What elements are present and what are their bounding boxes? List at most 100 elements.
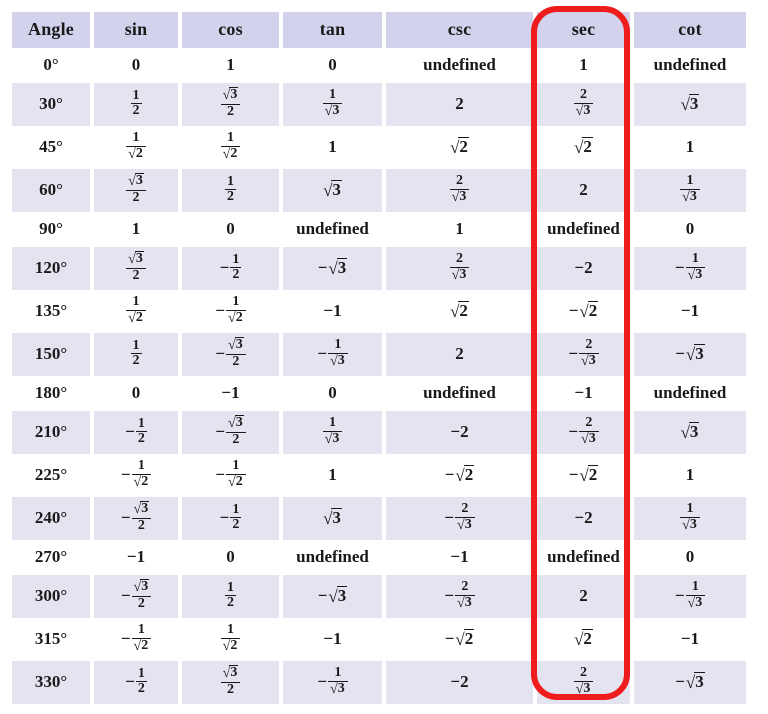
cell-sin: −1 2 [92,661,180,704]
column-header-tan[interactable]: tan [281,12,384,48]
cell-sin: −1 √2 [92,454,180,497]
radical-glyph: √3 [457,516,473,533]
cell-sec: 2 [535,575,632,618]
fraction-denominator: √2 [226,309,246,326]
fraction-denominator: √3 [455,516,475,533]
radical-glyph: √2 [222,637,239,654]
column-header-csc[interactable]: csc [384,12,535,48]
numeric-value: −2 [574,508,593,528]
column-header-cot[interactable]: cot [632,12,748,48]
fraction-value: 1 √2 [131,622,152,654]
radical-glyph: √3 [575,680,592,697]
cell-cos: √3 2 [180,661,281,704]
column-header-angle[interactable]: Angle [10,12,92,48]
fraction-numerator: 1 [130,87,142,104]
cell-angle: 135° [10,290,92,333]
fraction-numerator: 1 [328,665,348,682]
cell-cot: 1 [632,454,748,497]
cell-sin: 12 [92,83,180,126]
radical-glyph: √3 [451,266,468,283]
fraction-value: √3 2 [131,501,152,533]
cell-cot: 1 √3 [632,169,748,212]
cell-sin: √3 2 [92,169,180,212]
cell-angle: 30° [10,83,92,126]
cell-sin: 0 [92,376,180,411]
fraction-denominator: √3 [323,102,343,119]
cell-sec: 1 [535,48,632,83]
fraction-value: 12 [230,502,242,533]
cell-sin: 1 √2 [92,126,180,169]
minus-sign: − [120,629,131,649]
cell-sin: −1 √2 [92,618,180,661]
fraction-numerator: √3 [126,251,146,269]
cell-cos: 1 √2 [180,618,281,661]
column-header-sec[interactable]: sec [535,12,632,48]
numeric-value: 2 [579,180,588,200]
fraction-numerator: 2 [573,87,594,104]
radical-glyph: √2 [574,136,593,157]
fraction-denominator: 2 [132,353,140,368]
column-header-cos[interactable]: cos [180,12,281,48]
table-body: 0° 0 1 0 undefined 1 undefined 30° 1 2 √3 2 1 √3 2 2 √3 √… [10,48,748,704]
radical-glyph: √3 [575,102,592,119]
minus-sign: − [568,301,579,321]
cell-csc: −2 [384,411,535,454]
cell-cot: −1 √3 [632,247,748,290]
fraction-value: 2 √3 [455,501,475,533]
numeric-value: 0 [226,219,235,239]
cell-angle: 225° [10,454,92,497]
cell-csc: −√2 [384,454,535,497]
cell-sec: undefined [535,540,632,575]
cell-sec: −2 √3 [535,333,632,376]
cell-cot: √3 [632,83,748,126]
cell-sec: −√2 [535,454,632,497]
cell-tan: 1 √3 [281,83,384,126]
fraction-numerator: √3 [220,665,241,683]
cell-tan: undefined [281,540,384,575]
cell-sin: 12 [92,333,180,376]
fraction-numerator: √3 [131,579,152,597]
radical-glyph: √3 [687,266,704,283]
radical-glyph: √3 [228,415,244,432]
cell-cos: 0 [180,212,281,247]
numeric-value: 0 [328,383,337,403]
fraction-value: 12 [225,580,236,611]
fraction-numerator: 1 [131,458,152,475]
fraction-numerator: √3 [131,501,152,519]
fraction-value: 1 √2 [126,130,146,162]
cell-tan: −1 [281,290,384,333]
numeric-value: 0 [685,219,695,239]
radical-glyph: √2 [455,628,475,649]
fraction-value: 1 √3 [322,87,343,119]
cell-cos: −1 2 [180,247,281,290]
numeric-value: 0 [131,55,141,75]
numeric-value: −1 [221,383,240,403]
table-row: 30° 1 2 √3 2 1 √3 2 2 √3 √3 [10,83,748,126]
fraction-numerator: 2 [455,579,475,596]
cell-cot: 1 √3 [632,497,748,540]
radical-glyph: √2 [133,473,150,490]
fraction-denominator: √3 [328,680,348,697]
fraction-numerator: 1 [131,622,152,639]
minus-sign: − [674,258,685,278]
cell-cot: 0 [632,212,748,247]
minus-sign: − [215,465,225,485]
minus-sign: − [568,422,578,442]
cell-cot: −1 √3 [632,575,748,618]
cell-cos: −1 2 [180,497,281,540]
cell-sec: −√2 [535,290,632,333]
cell-angle: 90° [10,212,92,247]
column-header-sin[interactable]: sin [92,12,180,48]
cell-tan: √3 [281,497,384,540]
cell-angle: 300° [10,575,92,618]
fraction-denominator: √3 [579,352,599,369]
fraction-numerator: 1 [685,579,706,596]
cell-sin: −1 [92,540,180,575]
fraction-numerator: 1 [230,251,242,268]
fraction-value: √3 2 [131,579,152,611]
minus-sign: − [568,465,579,485]
numeric-value: −1 [680,629,700,649]
cell-sin: 0 [92,48,180,83]
fraction-value: 1 √3 [685,579,706,611]
fraction-value: 2 √3 [579,337,599,369]
